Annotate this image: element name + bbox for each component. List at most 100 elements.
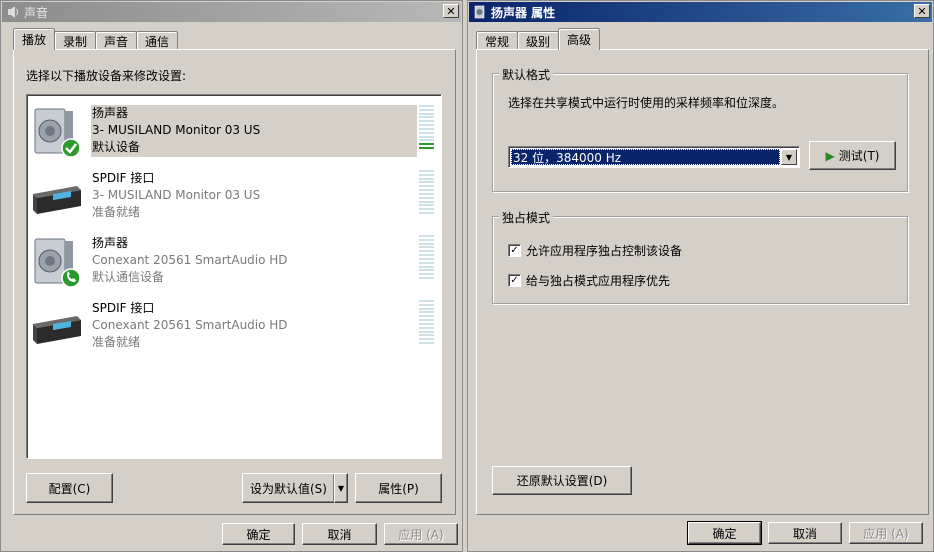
close-button[interactable]: ✕ bbox=[443, 4, 459, 18]
default-format-group: 默认格式 bbox=[492, 66, 908, 192]
meter-segment bbox=[419, 242, 434, 245]
tab-advanced[interactable]: 高级 bbox=[558, 28, 601, 50]
device-item[interactable]: SPDIF 接口 3- MUSILAND Monitor 03 US 准备就绪 bbox=[29, 170, 434, 224]
ok-button[interactable]: 确定 bbox=[687, 521, 762, 545]
meter-segment bbox=[419, 254, 434, 257]
tab-levels[interactable]: 级别 bbox=[517, 31, 560, 50]
close-icon: ✕ bbox=[917, 4, 927, 18]
meter-segment bbox=[419, 108, 434, 111]
close-button[interactable]: ✕ bbox=[914, 4, 930, 18]
default-format-description: 选择在共享模式中运行时使用的采样频率和位深度。 bbox=[508, 96, 785, 110]
meter-segment bbox=[419, 105, 434, 107]
cancel-button[interactable]: 取消 bbox=[302, 523, 377, 545]
meter-segment bbox=[419, 300, 434, 302]
phone-icon bbox=[61, 268, 81, 288]
exclusive-priority-checkbox[interactable]: ✓ bbox=[508, 274, 521, 287]
speaker-app-icon bbox=[473, 5, 487, 19]
chevron-down-icon: ▼ bbox=[337, 483, 345, 493]
meter-segment bbox=[419, 235, 434, 237]
cancel-button[interactable]: 取消 bbox=[768, 522, 842, 544]
meter-segment bbox=[419, 127, 434, 130]
meter-segment bbox=[419, 250, 434, 253]
meter-segment bbox=[419, 330, 434, 333]
tab-general[interactable]: 常规 bbox=[476, 31, 519, 50]
meter-segment bbox=[419, 261, 434, 264]
meter-segment bbox=[419, 276, 434, 279]
tab-communications[interactable]: 通信 bbox=[136, 31, 179, 50]
apply-button[interactable]: 应用 (A) bbox=[384, 523, 458, 545]
meter-segment bbox=[419, 307, 434, 310]
speaker-icon bbox=[31, 237, 83, 289]
instruction-text: 选择以下播放设备来修改设置: bbox=[26, 69, 187, 83]
apply-button[interactable]: 应用 (A) bbox=[849, 522, 923, 544]
test-button[interactable]: ▶ 测试(T) bbox=[809, 141, 896, 170]
meter-segment bbox=[419, 208, 434, 211]
allow-exclusive-label: 允许应用程序独占控制该设备 bbox=[526, 244, 683, 258]
meter-segment bbox=[419, 338, 434, 341]
meter-segment bbox=[419, 177, 434, 180]
meter-segment bbox=[419, 173, 434, 176]
device-hardware: Conexant 20561 SmartAudio HD bbox=[92, 318, 288, 332]
device-item[interactable]: 扬声器 3- MUSILAND Monitor 03 US 默认设备 bbox=[29, 105, 434, 159]
meter-segment bbox=[419, 192, 434, 195]
properties-titlebar[interactable]: 扬声器 属性 ✕ bbox=[469, 2, 932, 22]
meter-segment bbox=[419, 124, 434, 127]
device-hardware: 3- MUSILAND Monitor 03 US bbox=[92, 188, 261, 202]
set-default-button[interactable]: 设为默认值(S) bbox=[242, 473, 335, 503]
volume-meter bbox=[419, 300, 434, 344]
allow-exclusive-option[interactable]: ✓ 允许应用程序独占控制该设备 bbox=[508, 242, 682, 259]
meter-segment bbox=[419, 265, 434, 268]
device-item[interactable]: SPDIF 接口 Conexant 20561 SmartAudio HD 准备… bbox=[29, 300, 434, 354]
meter-segment bbox=[419, 273, 434, 276]
tab-recording[interactable]: 录制 bbox=[54, 31, 97, 50]
meter-segment bbox=[419, 170, 434, 172]
window-title: 声音 bbox=[24, 5, 49, 20]
meter-segment bbox=[419, 319, 434, 322]
chevron-down-icon[interactable]: ▼ bbox=[781, 149, 797, 165]
default-format-label: 默认格式 bbox=[499, 66, 554, 83]
ok-button[interactable]: 确定 bbox=[222, 523, 295, 545]
sample-format-select[interactable]: 32 位，384000 Hz ▼ bbox=[508, 146, 800, 168]
exclusive-mode-label: 独占模式 bbox=[499, 209, 554, 226]
spdif-receiver-icon bbox=[31, 302, 83, 354]
meter-segment bbox=[419, 143, 434, 146]
tab-playback[interactable]: 播放 bbox=[13, 28, 56, 50]
meter-segment bbox=[419, 135, 434, 138]
meter-segment bbox=[419, 116, 434, 119]
exclusive-priority-label: 给与独占模式应用程序优先 bbox=[526, 274, 671, 288]
restore-defaults-button[interactable]: 还原默认设置(D) bbox=[492, 466, 632, 495]
meter-segment bbox=[419, 120, 434, 123]
meter-segment bbox=[419, 189, 434, 192]
device-text: 扬声器 3- MUSILAND Monitor 03 US 默认设备 bbox=[92, 105, 260, 156]
sound-titlebar[interactable]: 声音 ✕ bbox=[2, 2, 461, 22]
properties-button[interactable]: 属性(P) bbox=[355, 473, 442, 503]
meter-segment bbox=[419, 315, 434, 318]
device-status: 默认设备 bbox=[92, 140, 141, 154]
meter-segment bbox=[419, 322, 434, 325]
volume-meter bbox=[419, 170, 434, 214]
meter-segment bbox=[419, 211, 434, 214]
test-button-label: 测试(T) bbox=[838, 149, 880, 163]
meter-segment bbox=[419, 341, 434, 344]
allow-exclusive-checkbox[interactable]: ✓ bbox=[508, 244, 521, 257]
tab-strip: 播放 录制 声音 通信 bbox=[13, 28, 179, 50]
meter-segment bbox=[419, 181, 434, 184]
device-list[interactable]: 扬声器 3- MUSILAND Monitor 03 US 默认设备 SPDIF… bbox=[26, 94, 442, 459]
play-icon: ▶ bbox=[825, 148, 835, 163]
set-default-dropdown[interactable]: ▼ bbox=[334, 473, 348, 503]
meter-segment bbox=[419, 238, 434, 241]
volume-meter bbox=[419, 105, 434, 149]
meter-segment bbox=[419, 204, 434, 207]
configure-button[interactable]: 配置(C) bbox=[26, 473, 113, 503]
device-text: 扬声器 Conexant 20561 SmartAudio HD 默认通信设备 bbox=[92, 235, 288, 286]
device-status: 准备就绪 bbox=[92, 205, 141, 219]
device-item[interactable]: 扬声器 Conexant 20561 SmartAudio HD 默认通信设备 bbox=[29, 235, 434, 289]
meter-segment bbox=[419, 185, 434, 188]
sample-format-value: 32 位，384000 Hz bbox=[511, 149, 780, 165]
volume-meter bbox=[419, 235, 434, 279]
exclusive-priority-option[interactable]: ✓ 给与独占模式应用程序优先 bbox=[508, 272, 670, 289]
device-name: 扬声器 bbox=[92, 106, 129, 120]
device-name: SPDIF 接口 bbox=[92, 171, 155, 185]
spdif-receiver-icon bbox=[31, 172, 83, 224]
tab-sounds[interactable]: 声音 bbox=[95, 31, 138, 50]
